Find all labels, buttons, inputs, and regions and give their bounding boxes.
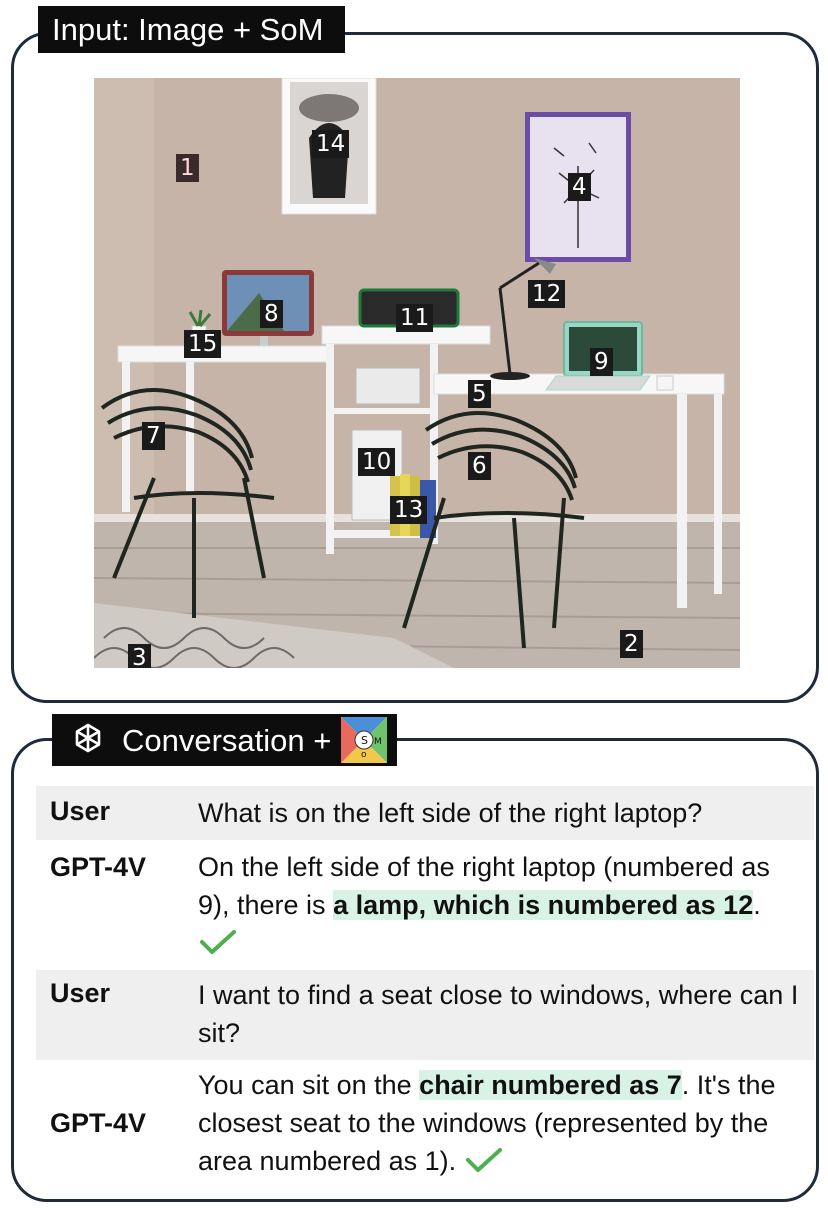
som-logo-letter-m: M xyxy=(374,737,382,747)
conversation-row: User I want to find a seat close to wind… xyxy=(36,970,814,1060)
speaker-label: GPT-4V xyxy=(50,852,147,882)
marker-12: 12 xyxy=(528,280,566,308)
marker-4: 4 xyxy=(568,173,591,201)
marker-7: 7 xyxy=(142,422,165,450)
marker-13: 13 xyxy=(390,496,428,524)
highlighted-answer: a lamp, which is numbered as 12 xyxy=(333,890,754,920)
speaker-label: User xyxy=(50,796,111,826)
conversation-row: User What is on the left side of the rig… xyxy=(36,786,814,840)
marker-1: 1 xyxy=(176,154,199,182)
som-logo-icon: S M o xyxy=(341,717,388,763)
checkmark-icon xyxy=(200,930,236,954)
marker-6: 6 xyxy=(468,452,491,480)
openai-logo-icon xyxy=(75,723,101,753)
marker-14: 14 xyxy=(312,130,350,158)
marker-9: 9 xyxy=(590,348,613,376)
marker-15: 15 xyxy=(184,330,222,358)
marker-2: 2 xyxy=(620,630,643,658)
scene-image: 1 2 3 4 5 6 7 8 9 10 11 12 13 14 15 xyxy=(94,78,740,668)
assistant-message: On the left side of the right laptop (nu… xyxy=(198,848,804,962)
highlighted-answer: chair numbered as 7 xyxy=(419,1070,682,1100)
checkmark-icon xyxy=(465,1148,502,1172)
som-logo-letter-o: o xyxy=(361,750,367,760)
conversation-row: GPT-4V On the left side of the right lap… xyxy=(36,846,814,964)
message-text: You can sit on the xyxy=(198,1070,420,1100)
marker-3: 3 xyxy=(128,644,151,668)
conversation-label-tab: Conversation + S M o xyxy=(52,714,398,766)
assistant-message: You can sit on the chair numbered as 7. … xyxy=(198,1066,804,1180)
conversation-label: Conversation + xyxy=(122,722,332,758)
som-logo-letter-s: S xyxy=(361,734,368,747)
marker-10: 10 xyxy=(358,448,396,476)
input-label: Input: Image + SoM xyxy=(38,6,346,53)
marker-5: 5 xyxy=(468,380,491,408)
marker-8: 8 xyxy=(260,300,283,328)
user-message: What is on the left side of the right la… xyxy=(198,798,703,828)
message-text-end: . xyxy=(753,890,761,920)
marker-11: 11 xyxy=(396,304,434,332)
conversation-row: GPT-4V You can sit on the chair numbered… xyxy=(36,1064,814,1188)
speaker-label: GPT-4V xyxy=(50,1108,147,1138)
speaker-label: User xyxy=(50,978,111,1008)
user-message: I want to find a seat close to windows, … xyxy=(198,980,799,1048)
